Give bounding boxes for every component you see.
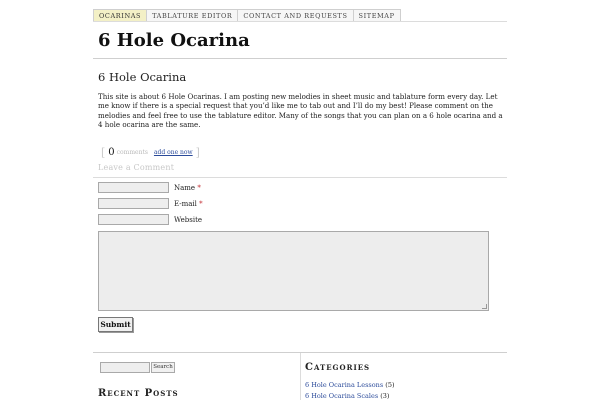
search-button[interactable]: Search: [151, 362, 175, 373]
name-row: Name *: [98, 182, 201, 193]
recent-posts-heading: Recent Posts: [98, 388, 179, 399]
page-heading: 6 Hole Ocarina: [98, 70, 187, 84]
email-row: E-mail *: [98, 198, 203, 209]
list-item: 6 Hole Ocarina Lessons (5): [305, 380, 395, 391]
comment-divider: [93, 177, 507, 178]
categories-list: 6 Hole Ocarina Lessons (5) 6 Hole Ocarin…: [305, 380, 395, 400]
site-title[interactable]: 6 Hole Ocarina: [98, 30, 250, 51]
comment-textarea[interactable]: [98, 231, 489, 311]
intro-paragraph: This site is about 6 Hole Ocarinas. I am…: [98, 92, 503, 130]
name-input[interactable]: [98, 182, 169, 193]
leave-comment-heading: Leave a Comment: [98, 163, 175, 172]
comment-count-label: comments: [116, 149, 148, 156]
header-divider: [93, 58, 507, 59]
bracket-left-icon: [: [101, 146, 106, 159]
submit-button[interactable]: Submit: [98, 317, 133, 332]
email-input[interactable]: [98, 198, 169, 209]
category-count: (3): [380, 392, 390, 400]
add-comment-link[interactable]: add one now: [154, 149, 193, 156]
column-divider: [300, 353, 301, 400]
category-link[interactable]: 6 Hole Ocarina Lessons: [305, 381, 383, 389]
category-link[interactable]: 6 Hole Ocarina Scales: [305, 392, 378, 400]
bracket-right-icon: ]: [195, 146, 200, 159]
website-row: Website: [98, 214, 202, 225]
email-label: E-mail *: [174, 199, 203, 208]
category-count: (5): [385, 381, 395, 389]
required-mark: *: [199, 199, 203, 208]
required-mark: *: [197, 183, 201, 192]
nav-divider: [93, 21, 507, 22]
list-item: 6 Hole Ocarina Scales (3): [305, 391, 395, 400]
categories-heading: Categories: [305, 362, 371, 373]
comment-count: 0: [108, 147, 115, 158]
resize-handle-icon[interactable]: [482, 304, 487, 309]
website-label: Website: [174, 215, 203, 224]
search-input[interactable]: [100, 362, 150, 373]
website-input[interactable]: [98, 214, 169, 225]
name-label: Name *: [174, 183, 201, 192]
comment-count-box: [ 0 comments add one now ]: [101, 147, 200, 158]
